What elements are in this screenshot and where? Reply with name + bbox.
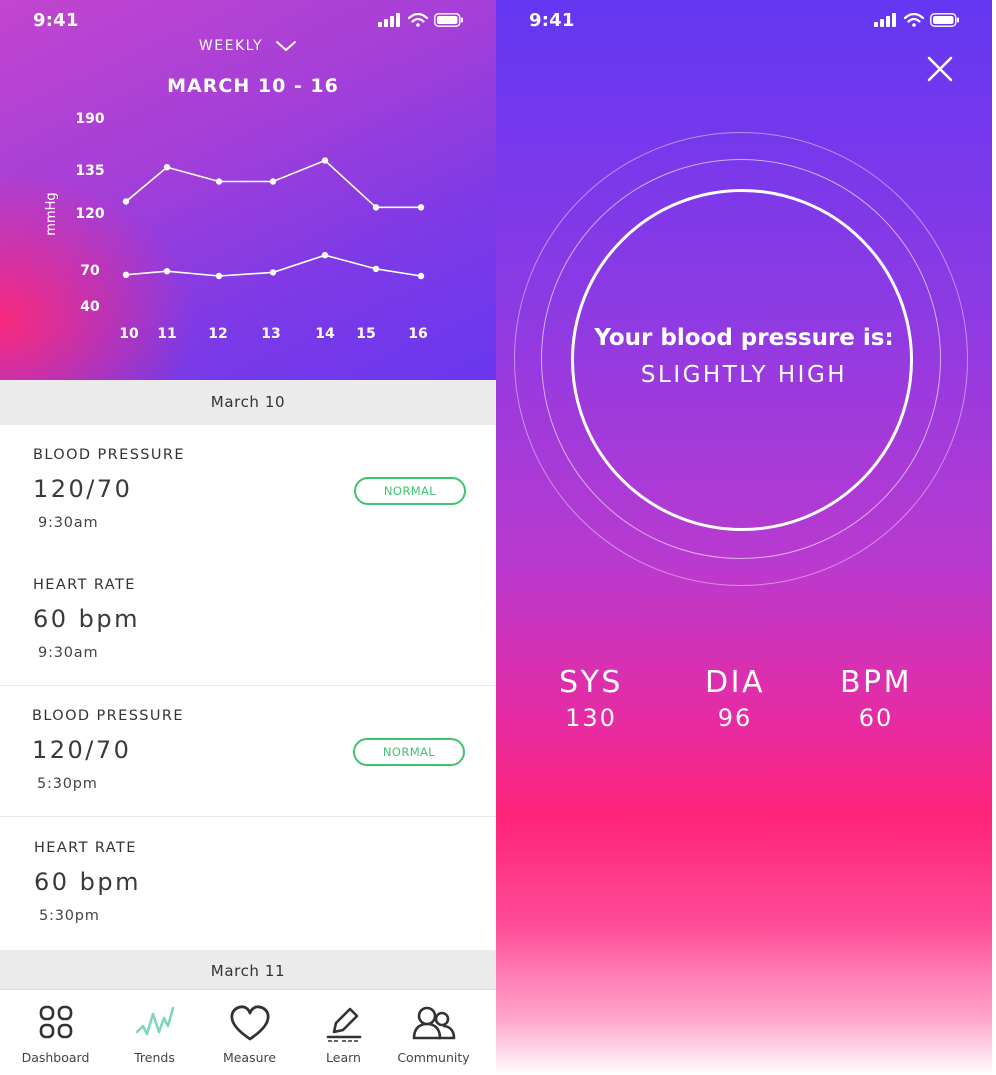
stat-value: 96 — [717, 704, 753, 732]
tab-label: Learn — [326, 1050, 361, 1065]
stat-label: SYS — [559, 665, 623, 700]
x-tick-label: 12 — [208, 326, 227, 342]
record-value: 120/70 — [33, 475, 133, 503]
record-label: BLOOD PRESSURE — [32, 708, 184, 724]
data-point — [321, 252, 329, 259]
y-axis-label: mmHg — [44, 192, 59, 235]
signal-icon — [378, 13, 400, 27]
y-tick-label: 70 — [80, 263, 100, 279]
record-label: HEART RATE — [34, 840, 137, 856]
wifi-icon — [904, 13, 924, 27]
pulse-icon — [135, 1006, 174, 1036]
close-icon[interactable] — [926, 55, 954, 83]
status-badge: NORMAL — [354, 477, 466, 505]
tab-trends[interactable]: Trends — [105, 990, 204, 1075]
data-point — [122, 198, 130, 205]
tab-bar: Dashboard Trends Measure Learn Community — [0, 989, 496, 1075]
tab-learn[interactable]: Learn — [294, 990, 393, 1075]
date-range-title: MARCH 10 - 16 — [167, 75, 339, 97]
data-point — [215, 178, 223, 185]
x-tick-label: 10 — [119, 326, 139, 342]
stat-sys: SYS 130 — [521, 665, 661, 732]
tab-community[interactable]: Community — [384, 990, 483, 1075]
status-bar: 9:41 — [496, 0, 992, 44]
result-circle — [571, 189, 913, 531]
pen-icon — [326, 1007, 361, 1042]
stat-label: BPM — [839, 665, 913, 700]
result-heading: Your blood pressure is: — [594, 325, 894, 351]
stat-value: 130 — [565, 704, 617, 732]
stat-value: 60 — [858, 704, 894, 732]
record-row-heart-rate[interactable]: HEART RATE 60 bpm 9:30am — [0, 555, 496, 686]
x-tick-label: 15 — [356, 326, 375, 342]
record-time: 9:30am — [38, 645, 99, 661]
weekly-chart-header: 9:41 WEEKLY MARCH 10 - 16 mmHg 190 135 120 7… — [0, 0, 496, 380]
record-value: 60 bpm — [33, 605, 141, 633]
data-point — [215, 272, 223, 280]
people-icon — [412, 1006, 455, 1040]
signal-icon — [874, 13, 896, 27]
grid-icon — [39, 1005, 72, 1039]
y-tick-label: 40 — [80, 299, 100, 315]
x-tick-label: 16 — [408, 326, 427, 342]
period-selector[interactable]: WEEKLY — [0, 38, 496, 54]
status-badge: NORMAL — [353, 738, 465, 766]
data-point — [163, 164, 171, 171]
data-point — [372, 204, 380, 211]
x-tick-label: 11 — [157, 326, 176, 342]
stat-dia: DIA 96 — [665, 665, 805, 732]
battery-icon — [434, 13, 463, 27]
stat-label: DIA — [705, 665, 765, 700]
stat-bpm: BPM 60 — [806, 665, 946, 732]
y-tick-label: 190 — [75, 111, 104, 127]
data-point — [417, 204, 425, 211]
data-point — [417, 272, 425, 280]
data-point — [122, 271, 130, 278]
record-label: HEART RATE — [33, 577, 136, 593]
history-screen: 9:41 WEEKLY MARCH 10 - 16 mmHg 190 135 120 7… — [0, 0, 496, 1075]
record-value: 60 bpm — [34, 868, 142, 896]
record-row-blood-pressure[interactable]: BLOOD PRESSURE 120/70 9:30am NORMAL — [0, 425, 496, 556]
divider — [992, 0, 996, 1075]
record-row-blood-pressure[interactable]: BLOOD PRESSURE 120/70 5:30pm NORMAL — [0, 686, 496, 817]
record-row-heart-rate[interactable]: HEART RATE 60 bpm 5:30pm — [0, 818, 496, 950]
tab-label: Trends — [134, 1050, 175, 1065]
status-time: 9:41 — [529, 10, 575, 31]
record-value: 120/70 — [32, 736, 132, 764]
day-header: March 11 — [0, 950, 496, 990]
data-point — [163, 268, 171, 275]
wifi-icon — [408, 13, 428, 27]
record-time: 9:30am — [38, 515, 99, 531]
blood-pressure-chart: mmHg 190 135 120 70 40 10 11 12 13 14 15 16 — [44, 111, 428, 342]
record-label: BLOOD PRESSURE — [33, 447, 185, 463]
day-header: March 10 — [0, 380, 496, 425]
x-tick-label: 14 — [315, 326, 335, 342]
tab-label: Measure — [222, 1050, 277, 1065]
tab-measure[interactable]: Measure — [200, 990, 299, 1075]
battery-icon — [930, 13, 959, 27]
period-label: WEEKLY — [198, 38, 264, 54]
status-time: 9:41 — [33, 10, 79, 31]
tab-label: Dashboard — [21, 1050, 90, 1065]
data-point — [321, 157, 329, 164]
tab-dashboard[interactable]: Dashboard — [6, 990, 105, 1075]
heart-icon — [229, 1005, 270, 1041]
data-point — [269, 178, 277, 185]
record-time: 5:30pm — [37, 776, 98, 792]
record-time: 5:30pm — [39, 908, 100, 924]
result-status: SLIGHTLY HIGH — [640, 362, 848, 388]
y-tick-label: 135 — [75, 163, 104, 179]
chevron-down-icon — [276, 41, 297, 51]
reading-result-screen: 9:41 Your blood pressure is: SLIGHTLY HI… — [496, 0, 992, 1075]
data-point — [269, 269, 277, 276]
y-tick-label: 120 — [75, 206, 104, 222]
data-point — [372, 265, 380, 273]
tab-label: Community — [397, 1050, 470, 1065]
x-tick-label: 13 — [261, 326, 280, 342]
